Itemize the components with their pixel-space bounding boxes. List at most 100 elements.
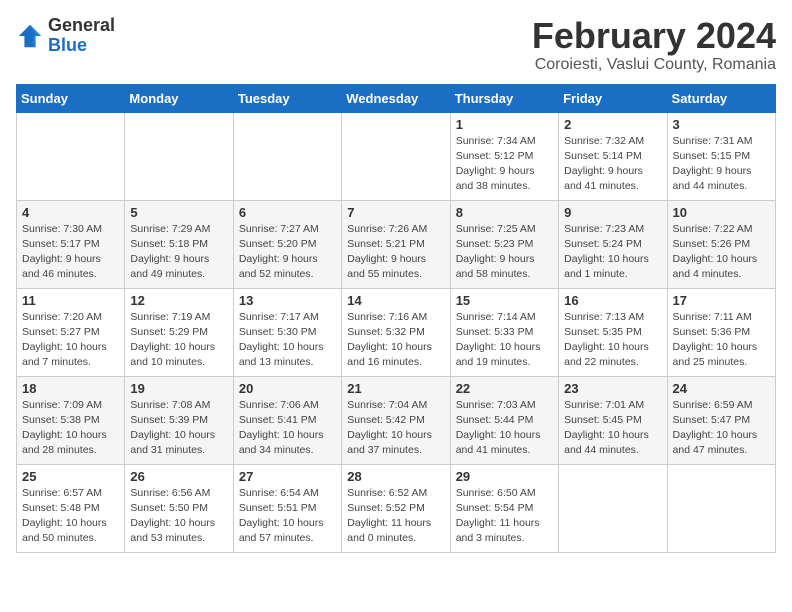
day-info: Sunrise: 7:06 AM Sunset: 5:41 PM Dayligh… [239, 398, 336, 459]
day-info: Sunrise: 7:19 AM Sunset: 5:29 PM Dayligh… [130, 310, 227, 371]
calendar-cell: 7Sunrise: 7:26 AM Sunset: 5:21 PM Daylig… [342, 200, 450, 288]
calendar-cell: 15 Sunrise: 7:14 AM Sunset: 5:33 PM Dayli… [450, 288, 558, 376]
calendar-cell: 20 Sunrise: 7:06 AM Sunset: 5:41 PM Dayli… [233, 376, 341, 464]
calendar-cell: 23 Sunrise: 7:01 AM Sunset: 5:45 PM Dayli… [559, 376, 667, 464]
day-number: 25 [22, 469, 119, 484]
calendar-week-row: 25 Sunrise: 6:57 AM Sunset: 5:48 PM Dayli… [17, 464, 776, 552]
day-info: Sunrise: 7:30 AM Sunset: 5:17 PM Dayligh… [22, 222, 119, 283]
day-info: Sunrise: 7:16 AM Sunset: 5:32 PM Dayligh… [347, 310, 444, 371]
day-info: Sunrise: 7:31 AM Sunset: 5:15 PM Dayligh… [673, 134, 770, 195]
calendar-header-sunday: Sunday [17, 84, 125, 112]
day-info: Sunrise: 7:32 AM Sunset: 5:14 PM Dayligh… [564, 134, 661, 195]
day-info: Sunrise: 7:17 AM Sunset: 5:30 PM Dayligh… [239, 310, 336, 371]
calendar-cell [17, 112, 125, 200]
calendar-cell: 4Sunrise: 7:30 AM Sunset: 5:17 PM Daylig… [17, 200, 125, 288]
day-info: Sunrise: 7:20 AM Sunset: 5:27 PM Dayligh… [22, 310, 119, 371]
logo: General Blue [16, 16, 115, 56]
day-number: 12 [130, 293, 227, 308]
calendar-cell: 22Sunrise: 7:03 AM Sunset: 5:44 PM Dayli… [450, 376, 558, 464]
day-number: 9 [564, 205, 661, 220]
calendar-cell: 3Sunrise: 7:31 AM Sunset: 5:15 PM Daylig… [667, 112, 775, 200]
calendar-header-row: SundayMondayTuesdayWednesdayThursdayFrid… [17, 84, 776, 112]
logo-blue-text: Blue [48, 35, 87, 55]
day-number: 21 [347, 381, 444, 396]
day-info: Sunrise: 7:27 AM Sunset: 5:20 PM Dayligh… [239, 222, 336, 283]
day-info: Sunrise: 6:52 AM Sunset: 5:52 PM Dayligh… [347, 486, 444, 547]
calendar-week-row: 18 Sunrise: 7:09 AM Sunset: 5:38 PM Dayli… [17, 376, 776, 464]
day-number: 24 [673, 381, 770, 396]
calendar-cell: 17 Sunrise: 7:11 AM Sunset: 5:36 PM Dayli… [667, 288, 775, 376]
calendar-cell [559, 464, 667, 552]
calendar-header-monday: Monday [125, 84, 233, 112]
calendar-table: SundayMondayTuesdayWednesdayThursdayFrid… [16, 84, 776, 553]
calendar-cell: 10Sunrise: 7:22 AM Sunset: 5:26 PM Dayli… [667, 200, 775, 288]
day-number: 23 [564, 381, 661, 396]
day-number: 19 [130, 381, 227, 396]
day-info: Sunrise: 7:01 AM Sunset: 5:45 PM Dayligh… [564, 398, 661, 459]
day-number: 20 [239, 381, 336, 396]
calendar-cell: 27 Sunrise: 6:54 AM Sunset: 5:51 PM Dayli… [233, 464, 341, 552]
calendar-cell [342, 112, 450, 200]
calendar-header-friday: Friday [559, 84, 667, 112]
day-number: 27 [239, 469, 336, 484]
calendar-cell: 25 Sunrise: 6:57 AM Sunset: 5:48 PM Dayli… [17, 464, 125, 552]
day-number: 18 [22, 381, 119, 396]
calendar-cell: 14 Sunrise: 7:16 AM Sunset: 5:32 PM Dayli… [342, 288, 450, 376]
logo-icon [16, 22, 44, 50]
day-number: 11 [22, 293, 119, 308]
day-info: Sunrise: 6:57 AM Sunset: 5:48 PM Dayligh… [22, 486, 119, 547]
day-info: Sunrise: 6:56 AM Sunset: 5:50 PM Dayligh… [130, 486, 227, 547]
calendar-header-tuesday: Tuesday [233, 84, 341, 112]
day-info: Sunrise: 7:09 AM Sunset: 5:38 PM Dayligh… [22, 398, 119, 459]
day-number: 1 [456, 117, 553, 132]
day-number: 17 [673, 293, 770, 308]
day-number: 6 [239, 205, 336, 220]
calendar-header-saturday: Saturday [667, 84, 775, 112]
calendar-cell: 26 Sunrise: 6:56 AM Sunset: 5:50 PM Dayli… [125, 464, 233, 552]
day-number: 2 [564, 117, 661, 132]
calendar-cell: 8Sunrise: 7:25 AM Sunset: 5:23 PM Daylig… [450, 200, 558, 288]
day-number: 28 [347, 469, 444, 484]
calendar-cell: 6 Sunrise: 7:27 AM Sunset: 5:20 PM Daylig… [233, 200, 341, 288]
day-number: 8 [456, 205, 553, 220]
calendar-subtitle: Coroiesti, Vaslui County, Romania [532, 56, 776, 74]
calendar-week-row: 11 Sunrise: 7:20 AM Sunset: 5:27 PM Dayli… [17, 288, 776, 376]
day-info: Sunrise: 6:59 AM Sunset: 5:47 PM Dayligh… [673, 398, 770, 459]
calendar-cell: 18 Sunrise: 7:09 AM Sunset: 5:38 PM Dayli… [17, 376, 125, 464]
calendar-week-row: 1 Sunrise: 7:34 AM Sunset: 5:12 PM Daylig… [17, 112, 776, 200]
logo-general-text: General [48, 15, 115, 35]
day-info: Sunrise: 7:13 AM Sunset: 5:35 PM Dayligh… [564, 310, 661, 371]
calendar-cell [233, 112, 341, 200]
calendar-cell: 13 Sunrise: 7:17 AM Sunset: 5:30 PM Dayli… [233, 288, 341, 376]
calendar-cell: 1 Sunrise: 7:34 AM Sunset: 5:12 PM Daylig… [450, 112, 558, 200]
day-info: Sunrise: 7:34 AM Sunset: 5:12 PM Dayligh… [456, 134, 553, 195]
day-info: Sunrise: 7:08 AM Sunset: 5:39 PM Dayligh… [130, 398, 227, 459]
day-number: 15 [456, 293, 553, 308]
day-number: 10 [673, 205, 770, 220]
day-info: Sunrise: 7:11 AM Sunset: 5:36 PM Dayligh… [673, 310, 770, 371]
calendar-cell: 5Sunrise: 7:29 AM Sunset: 5:18 PM Daylig… [125, 200, 233, 288]
calendar-header-wednesday: Wednesday [342, 84, 450, 112]
day-number: 26 [130, 469, 227, 484]
calendar-cell [125, 112, 233, 200]
page-header: General Blue February 2024 Coroiesti, Va… [16, 16, 776, 74]
day-info: Sunrise: 6:50 AM Sunset: 5:54 PM Dayligh… [456, 486, 553, 547]
calendar-cell: 9Sunrise: 7:23 AM Sunset: 5:24 PM Daylig… [559, 200, 667, 288]
day-info: Sunrise: 7:03 AM Sunset: 5:44 PM Dayligh… [456, 398, 553, 459]
day-info: Sunrise: 7:14 AM Sunset: 5:33 PM Dayligh… [456, 310, 553, 371]
calendar-cell: 29 Sunrise: 6:50 AM Sunset: 5:54 PM Dayli… [450, 464, 558, 552]
calendar-cell [667, 464, 775, 552]
day-number: 14 [347, 293, 444, 308]
day-number: 29 [456, 469, 553, 484]
calendar-week-row: 4Sunrise: 7:30 AM Sunset: 5:17 PM Daylig… [17, 200, 776, 288]
calendar-cell: 16 Sunrise: 7:13 AM Sunset: 5:35 PM Dayli… [559, 288, 667, 376]
calendar-cell: 2 Sunrise: 7:32 AM Sunset: 5:14 PM Daylig… [559, 112, 667, 200]
calendar-cell: 12 Sunrise: 7:19 AM Sunset: 5:29 PM Dayli… [125, 288, 233, 376]
day-info: Sunrise: 6:54 AM Sunset: 5:51 PM Dayligh… [239, 486, 336, 547]
title-block: February 2024 Coroiesti, Vaslui County, … [532, 16, 776, 74]
calendar-cell: 28 Sunrise: 6:52 AM Sunset: 5:52 PM Dayli… [342, 464, 450, 552]
day-number: 13 [239, 293, 336, 308]
day-number: 16 [564, 293, 661, 308]
calendar-cell: 11 Sunrise: 7:20 AM Sunset: 5:27 PM Dayli… [17, 288, 125, 376]
calendar-cell: 21Sunrise: 7:04 AM Sunset: 5:42 PM Dayli… [342, 376, 450, 464]
